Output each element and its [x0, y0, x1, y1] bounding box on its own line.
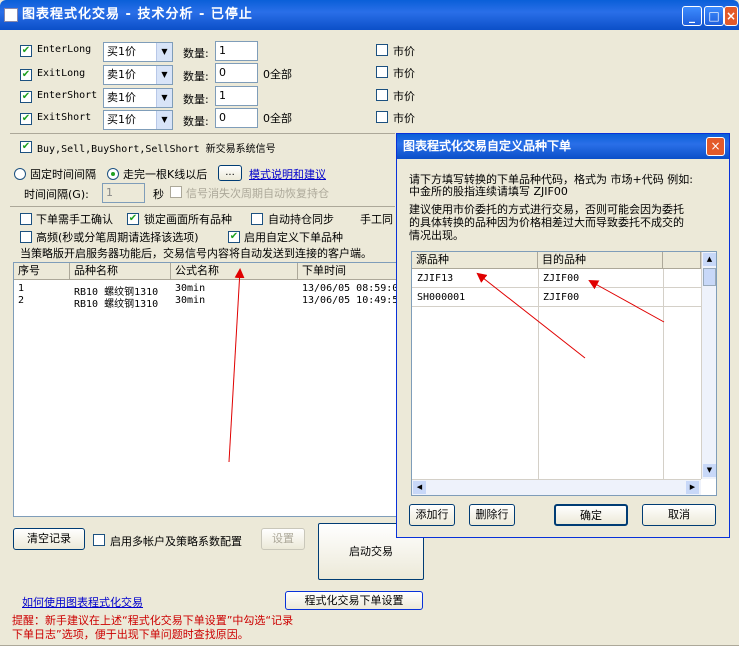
arrow-to-target-symbol — [588, 280, 665, 323]
annotation-arrows — [228, 268, 665, 463]
arrow-to-custom-option — [228, 268, 245, 463]
arrow-to-source-symbol — [476, 272, 586, 359]
